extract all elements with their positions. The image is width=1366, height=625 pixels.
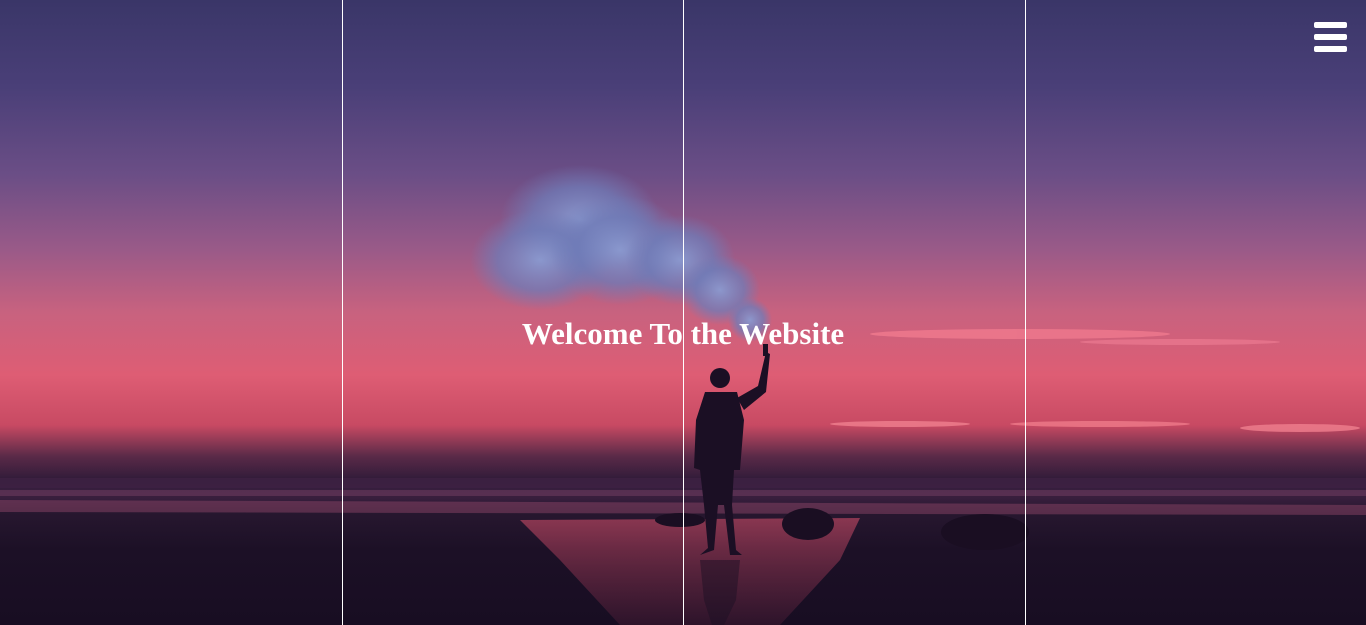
hamburger-menu-icon[interactable] [1314,22,1347,53]
hero-section: Welcome To the Website [0,0,1366,625]
menu-bar-top [1314,22,1347,28]
column-divider-1 [342,0,343,625]
menu-bar-bottom [1314,46,1347,52]
hero-heading: Welcome To the Website [521,316,845,351]
column-divider-3 [1025,0,1026,625]
column-divider-2 [683,0,684,625]
menu-bar-middle [1314,34,1347,40]
